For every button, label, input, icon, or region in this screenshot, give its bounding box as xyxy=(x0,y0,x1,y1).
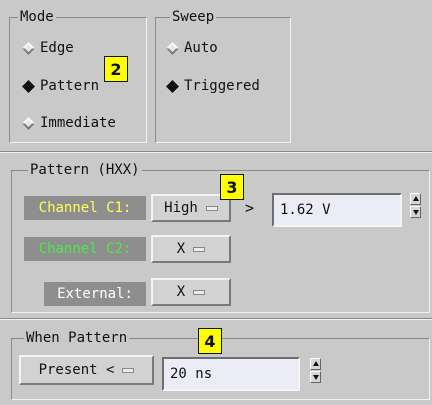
sweep-radio-auto-label: Auto xyxy=(184,40,218,56)
external-select-value: X xyxy=(176,284,186,300)
option-menu-icon xyxy=(205,205,218,211)
operator-greater-than: > xyxy=(245,199,255,217)
radio-unselected-icon xyxy=(166,41,179,55)
arrow-up-icon[interactable] xyxy=(310,358,321,370)
sweep-radio-auto[interactable]: Auto xyxy=(166,40,218,56)
arrow-down-icon[interactable] xyxy=(310,371,321,383)
channel-c1-label: Channel C1: xyxy=(24,196,146,220)
pattern-level-value: 1.62 V xyxy=(280,202,331,218)
channel-c2-select[interactable]: X xyxy=(151,235,231,263)
when-pattern-duration-spinner[interactable] xyxy=(310,358,321,383)
pattern-level-field[interactable]: 1.62 V xyxy=(272,193,402,227)
option-menu-icon xyxy=(122,367,135,373)
when-pattern-qualifier-select[interactable]: Present < xyxy=(19,355,154,385)
mode-radio-pattern[interactable]: Pattern xyxy=(22,78,99,94)
mode-radio-immediate-label: Immediate xyxy=(40,115,116,131)
mode-radio-edge-label: Edge xyxy=(40,40,74,56)
callout-3: 3 xyxy=(220,174,244,200)
when-pattern-group-title: When Pattern xyxy=(24,330,130,346)
when-pattern-qualifier-value: Present < xyxy=(38,362,115,378)
option-menu-icon xyxy=(193,246,206,252)
arrow-up-icon[interactable] xyxy=(410,193,421,205)
radio-selected-icon xyxy=(22,79,35,93)
callout-4: 4 xyxy=(198,328,222,354)
radio-selected-icon xyxy=(166,79,179,93)
when-pattern-duration-value: 20 ns xyxy=(170,366,213,382)
section-separator xyxy=(0,318,432,320)
sweep-radio-triggered-label: Triggered xyxy=(184,78,260,94)
section-separator xyxy=(0,151,432,153)
radio-unselected-icon xyxy=(22,116,35,130)
radio-unselected-icon xyxy=(22,41,35,55)
arrow-down-icon[interactable] xyxy=(410,206,421,218)
external-select[interactable]: X xyxy=(151,278,231,306)
option-menu-icon xyxy=(193,289,206,295)
sweep-radio-triggered[interactable]: Triggered xyxy=(166,78,260,94)
when-pattern-duration-field[interactable]: 20 ns xyxy=(162,357,300,391)
external-label: External: xyxy=(44,282,146,306)
channel-c1-select-value: High xyxy=(164,200,198,216)
callout-2: 2 xyxy=(104,56,128,82)
mode-radio-immediate[interactable]: Immediate xyxy=(22,115,116,131)
pattern-level-spinner[interactable] xyxy=(410,193,421,218)
mode-group-title: Mode xyxy=(18,9,56,25)
channel-c2-select-value: X xyxy=(176,241,186,257)
channel-c2-label: Channel C2: xyxy=(24,237,146,261)
channel-c1-select[interactable]: High xyxy=(151,194,231,222)
mode-radio-pattern-label: Pattern xyxy=(40,78,100,94)
pattern-group-title: Pattern (HXX) xyxy=(28,162,142,178)
sweep-group-title: Sweep xyxy=(170,9,217,25)
mode-radio-edge[interactable]: Edge xyxy=(22,40,74,56)
